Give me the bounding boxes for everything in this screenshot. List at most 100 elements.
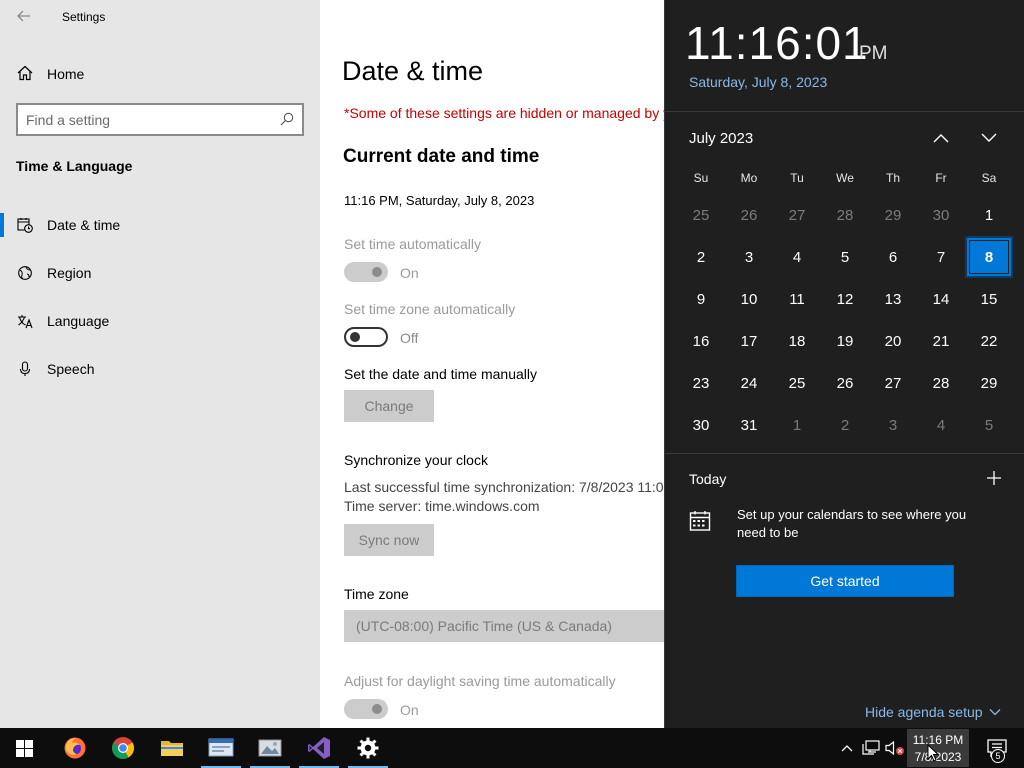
settings-main-panel: Date & time *Some of these settings are … <box>320 0 664 728</box>
weekday-header: Mo <box>740 171 758 185</box>
calendar-day[interactable]: 30 <box>917 194 965 236</box>
firefox-icon <box>64 737 86 759</box>
calendar-day[interactable]: 31 <box>725 404 773 446</box>
taskbar-settings[interactable] <box>344 728 392 768</box>
add-event-button[interactable] <box>983 467 1005 489</box>
date-time-icon <box>17 217 33 238</box>
volume-tray-button[interactable] <box>885 738 905 758</box>
toggle-knob <box>350 332 360 342</box>
calendar-day[interactable]: 3 <box>869 404 917 446</box>
language-icon <box>17 313 33 334</box>
dst-toggle[interactable] <box>344 699 388 719</box>
calendar-day[interactable]: 28 <box>917 362 965 404</box>
calendar-day[interactable]: 20 <box>869 320 917 362</box>
calendar-day[interactable]: 10 <box>725 278 773 320</box>
gear-icon <box>357 737 379 759</box>
calendar-day[interactable]: 15 <box>965 278 1013 320</box>
calendar-day[interactable]: 23 <box>677 362 725 404</box>
calendar-day[interactable]: 4 <box>773 236 821 278</box>
last-sync-text: Last successful time synchronization: 7/… <box>344 479 664 495</box>
calendar-day[interactable]: 19 <box>821 320 869 362</box>
get-started-button[interactable]: Get started <box>736 565 954 597</box>
divider <box>665 111 1024 112</box>
calendar-day[interactable]: 29 <box>869 194 917 236</box>
calendar-day[interactable]: 27 <box>773 194 821 236</box>
calendar-day[interactable]: 9 <box>677 278 725 320</box>
taskbar-image-app[interactable] <box>246 728 294 768</box>
calendar-day[interactable]: 4 <box>917 404 965 446</box>
taskbar-firefox[interactable] <box>51 728 99 768</box>
calendar-day[interactable]: 24 <box>725 362 773 404</box>
calendar-day[interactable]: 28 <box>821 194 869 236</box>
calendar-day[interactable]: 1 <box>773 404 821 446</box>
month-label[interactable]: July 2023 <box>689 130 753 147</box>
back-button[interactable] <box>10 4 38 28</box>
set-time-auto-state: On <box>400 265 419 281</box>
calendar-day-today[interactable]: 8 <box>965 236 1013 278</box>
calendar-day[interactable]: 7 <box>917 236 965 278</box>
network-tray-button[interactable] <box>861 738 881 758</box>
calendar-day[interactable]: 29 <box>965 362 1013 404</box>
calendar-day[interactable]: 21 <box>917 320 965 362</box>
calendar-day[interactable]: 5 <box>821 236 869 278</box>
calendar-day[interactable]: 25 <box>677 194 725 236</box>
flyout-date-link[interactable]: Saturday, July 8, 2023 <box>689 74 827 90</box>
calendar-day[interactable]: 6 <box>869 236 917 278</box>
set-timezone-auto-toggle[interactable] <box>344 327 388 347</box>
hide-agenda-button[interactable]: Hide agenda setup <box>865 704 1001 720</box>
calendar-day[interactable]: 12 <box>821 278 869 320</box>
calendar-day[interactable]: 16 <box>677 320 725 362</box>
agenda-setup-message: Set up your calendars to see where you n… <box>737 507 967 540</box>
set-manually-label: Set the date and time manually <box>344 366 538 382</box>
sidebar-item-speech[interactable]: Speech <box>0 351 320 387</box>
set-time-auto-toggle[interactable] <box>344 262 388 282</box>
calendar-icon <box>689 510 711 537</box>
weekday-header: We <box>836 171 854 185</box>
dst-state: On <box>400 702 419 718</box>
calendar-day[interactable]: 11 <box>773 278 821 320</box>
change-button[interactable]: Change <box>344 390 434 422</box>
calendar-day[interactable]: 3 <box>725 236 773 278</box>
calendar-day[interactable]: 25 <box>773 362 821 404</box>
calendar-day[interactable]: 27 <box>869 362 917 404</box>
taskbar-file-explorer[interactable] <box>148 728 196 768</box>
notification-count-badge: 5 <box>991 749 1005 763</box>
home-nav-item[interactable]: Home <box>0 58 320 88</box>
sidebar-item-region[interactable]: Region <box>0 255 320 291</box>
show-hidden-icons-button[interactable] <box>837 738 857 758</box>
folder-icon <box>161 741 183 756</box>
timezone-dropdown[interactable]: (UTC-08:00) Pacific Time (US & Canada) <box>344 610 664 642</box>
calendar-day[interactable]: 1 <box>965 194 1013 236</box>
chevron-up-icon <box>841 745 853 752</box>
divider <box>665 453 1024 454</box>
taskbar-chrome[interactable] <box>99 728 147 768</box>
calendar-day[interactable]: 5 <box>965 404 1013 446</box>
taskbar-visual-studio[interactable] <box>295 728 343 768</box>
taskbar-app-window[interactable] <box>197 728 245 768</box>
calendar-day[interactable]: 2 <box>677 236 725 278</box>
weekday-header: Su <box>693 171 709 185</box>
network-icon <box>862 740 880 755</box>
search-icon[interactable] <box>280 112 294 131</box>
next-month-button[interactable] <box>977 126 1001 150</box>
app-window-icon <box>208 738 234 757</box>
previous-month-button[interactable] <box>929 126 953 150</box>
search-input[interactable] <box>26 110 266 130</box>
calendar-day[interactable]: 2 <box>821 404 869 446</box>
sync-now-button[interactable]: Sync now <box>344 524 434 556</box>
calendar-day[interactable]: 22 <box>965 320 1013 362</box>
calendar-day[interactable]: 17 <box>725 320 773 362</box>
sidebar-item-language[interactable]: Language <box>0 303 320 339</box>
sync-clock-heading: Synchronize your clock <box>344 452 488 468</box>
calendar-day[interactable]: 26 <box>725 194 773 236</box>
calendar-day[interactable]: 26 <box>821 362 869 404</box>
calendar-day[interactable]: 13 <box>869 278 917 320</box>
calendar-day[interactable]: 30 <box>677 404 725 446</box>
start-button[interactable] <box>0 728 48 768</box>
weekday-header: Sa <box>981 171 997 185</box>
search-box[interactable] <box>16 103 304 136</box>
back-arrow-icon <box>17 10 30 22</box>
sidebar-item-date-time[interactable]: Date & time <box>0 207 320 243</box>
calendar-day[interactable]: 18 <box>773 320 821 362</box>
calendar-day[interactable]: 14 <box>917 278 965 320</box>
